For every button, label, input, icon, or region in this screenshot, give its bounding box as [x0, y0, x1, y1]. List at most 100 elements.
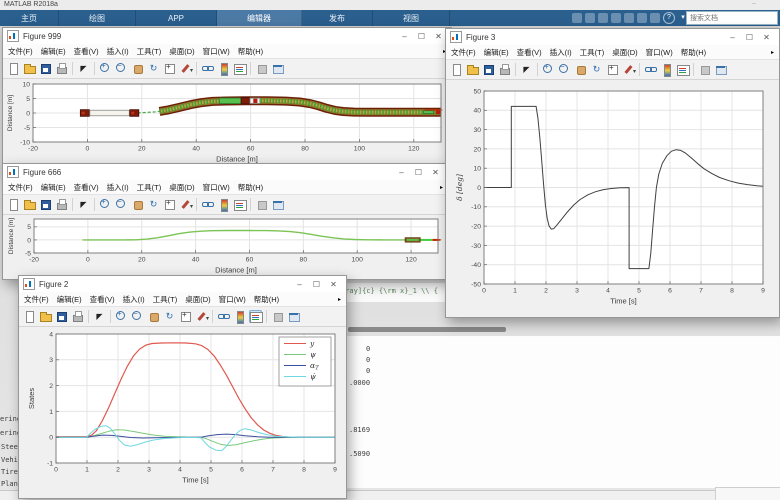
undock-icon[interactable]: [287, 310, 300, 323]
menu-item-6[interactable]: 窗口(W): [219, 294, 246, 305]
zoom-out-icon[interactable]: [115, 62, 128, 75]
menu-item-6[interactable]: 窗口(W): [646, 47, 673, 58]
rotate3d-icon[interactable]: [147, 62, 160, 75]
brush-icon[interactable]: [179, 198, 192, 211]
link-plot-icon[interactable]: [217, 310, 230, 323]
menu-item-5[interactable]: 桌面(D): [169, 182, 194, 193]
search-input[interactable]: [686, 11, 778, 25]
menu-item-2[interactable]: 查看(V): [90, 294, 115, 305]
menu-item-1[interactable]: 编辑(E): [41, 46, 66, 57]
menu-item-5[interactable]: 桌面(D): [612, 47, 637, 58]
menu-item-6[interactable]: 窗口(W): [203, 182, 230, 193]
zoom-out-icon[interactable]: [115, 198, 128, 211]
open-icon[interactable]: [466, 63, 479, 76]
ribbon-tab-3[interactable]: 编辑器: [217, 10, 302, 26]
minimize-button[interactable]: –: [393, 168, 410, 177]
brush-icon[interactable]: [179, 62, 192, 75]
menu-item-3[interactable]: 插入(I): [550, 47, 572, 58]
maximize-button[interactable]: ☐: [413, 32, 430, 41]
dock-icon[interactable]: [271, 310, 284, 323]
menu-item-4[interactable]: 工具(T): [137, 182, 162, 193]
undock-icon[interactable]: [271, 198, 284, 211]
legend-icon[interactable]: [676, 63, 689, 76]
zoom-out-icon[interactable]: [131, 310, 144, 323]
open-icon[interactable]: [23, 198, 36, 211]
link-plot-icon[interactable]: [201, 62, 214, 75]
pan-icon[interactable]: [574, 63, 587, 76]
menu-item-0[interactable]: 文件(F): [8, 182, 33, 193]
maximize-button[interactable]: ☐: [308, 280, 325, 289]
menu-item-0[interactable]: 文件(F): [24, 294, 49, 305]
save-icon[interactable]: [572, 13, 582, 23]
horizontal-scrollbar[interactable]: [348, 327, 506, 332]
minimize-button[interactable]: –: [291, 280, 308, 289]
open-icon[interactable]: [39, 310, 52, 323]
dock-icon[interactable]: [698, 63, 711, 76]
cursor-icon[interactable]: [77, 198, 90, 211]
save-icon[interactable]: [39, 62, 52, 75]
undock-icon[interactable]: [271, 62, 284, 75]
paste-icon[interactable]: [611, 13, 621, 23]
print-icon[interactable]: [55, 198, 68, 211]
menu-item-5[interactable]: 桌面(D): [169, 46, 194, 57]
brush-icon[interactable]: [622, 63, 635, 76]
rotate3d-icon[interactable]: [147, 198, 160, 211]
print-icon[interactable]: [498, 63, 511, 76]
minimize-button[interactable]: –: [396, 32, 413, 41]
menu-item-6[interactable]: 窗口(W): [203, 46, 230, 57]
menu-item-4[interactable]: 工具(T): [137, 46, 162, 57]
pan-icon[interactable]: [147, 310, 160, 323]
menu-item-4[interactable]: 工具(T): [153, 294, 178, 305]
legend-icon[interactable]: [233, 198, 246, 211]
print-icon[interactable]: [55, 62, 68, 75]
zoom-out-icon[interactable]: [558, 63, 571, 76]
new-icon[interactable]: [7, 62, 20, 75]
close-button[interactable]: ✕: [758, 33, 775, 42]
menu-item-4[interactable]: 工具(T): [580, 47, 605, 58]
menu-item-3[interactable]: 插入(I): [107, 46, 129, 57]
menu-item-0[interactable]: 文件(F): [8, 46, 33, 57]
ribbon-tab-1[interactable]: 绘图: [59, 10, 136, 26]
ribbon-tab-5[interactable]: 视图: [373, 10, 450, 26]
dock-icon[interactable]: [255, 62, 268, 75]
new-icon[interactable]: [450, 63, 463, 76]
pan-icon[interactable]: [131, 198, 144, 211]
link-plot-icon[interactable]: [201, 198, 214, 211]
print-icon[interactable]: [71, 310, 84, 323]
menu-item-3[interactable]: 插入(I): [123, 294, 145, 305]
redo-icon[interactable]: [637, 13, 647, 23]
open-icon[interactable]: [23, 62, 36, 75]
close-button[interactable]: ✕: [427, 168, 444, 177]
zoom-in-icon[interactable]: [99, 62, 112, 75]
maximize-button[interactable]: ☐: [410, 168, 427, 177]
app-minimize-button[interactable]: –: [752, 0, 756, 7]
link-plot-icon[interactable]: [644, 63, 657, 76]
datacursor-icon[interactable]: [179, 310, 192, 323]
menu-item-3[interactable]: 插入(I): [107, 182, 129, 193]
legend-icon[interactable]: [233, 62, 246, 75]
cursor-icon[interactable]: [520, 63, 533, 76]
menu-item-7[interactable]: 帮助(H): [681, 47, 706, 58]
colorbar-icon[interactable]: [217, 62, 230, 75]
menu-item-1[interactable]: 编辑(E): [57, 294, 82, 305]
colorbar-icon[interactable]: [217, 198, 230, 211]
menu-item-2[interactable]: 查看(V): [74, 182, 99, 193]
menu-item-2[interactable]: 查看(V): [74, 46, 99, 57]
menu-item-7[interactable]: 帮助(H): [238, 46, 263, 57]
menu-item-0[interactable]: 文件(F): [451, 47, 476, 58]
titlebar[interactable]: Figure 666 – ☐ ✕: [3, 164, 448, 180]
rotate3d-icon[interactable]: [590, 63, 603, 76]
save-icon[interactable]: [55, 310, 68, 323]
zoom-in-icon[interactable]: [115, 310, 128, 323]
undock-icon[interactable]: [714, 63, 727, 76]
menu-item-5[interactable]: 桌面(D): [185, 294, 210, 305]
menu-item-2[interactable]: 查看(V): [517, 47, 542, 58]
datacursor-icon[interactable]: [606, 63, 619, 76]
ribbon-tab-4[interactable]: 发布: [302, 10, 373, 26]
brush-icon[interactable]: [195, 310, 208, 323]
undo-icon[interactable]: [624, 13, 634, 23]
cursor-icon[interactable]: [93, 310, 106, 323]
titlebar[interactable]: Figure 3 – ☐ ✕: [446, 29, 779, 45]
menu-item-7[interactable]: 帮助(H): [238, 182, 263, 193]
pan-icon[interactable]: [131, 62, 144, 75]
